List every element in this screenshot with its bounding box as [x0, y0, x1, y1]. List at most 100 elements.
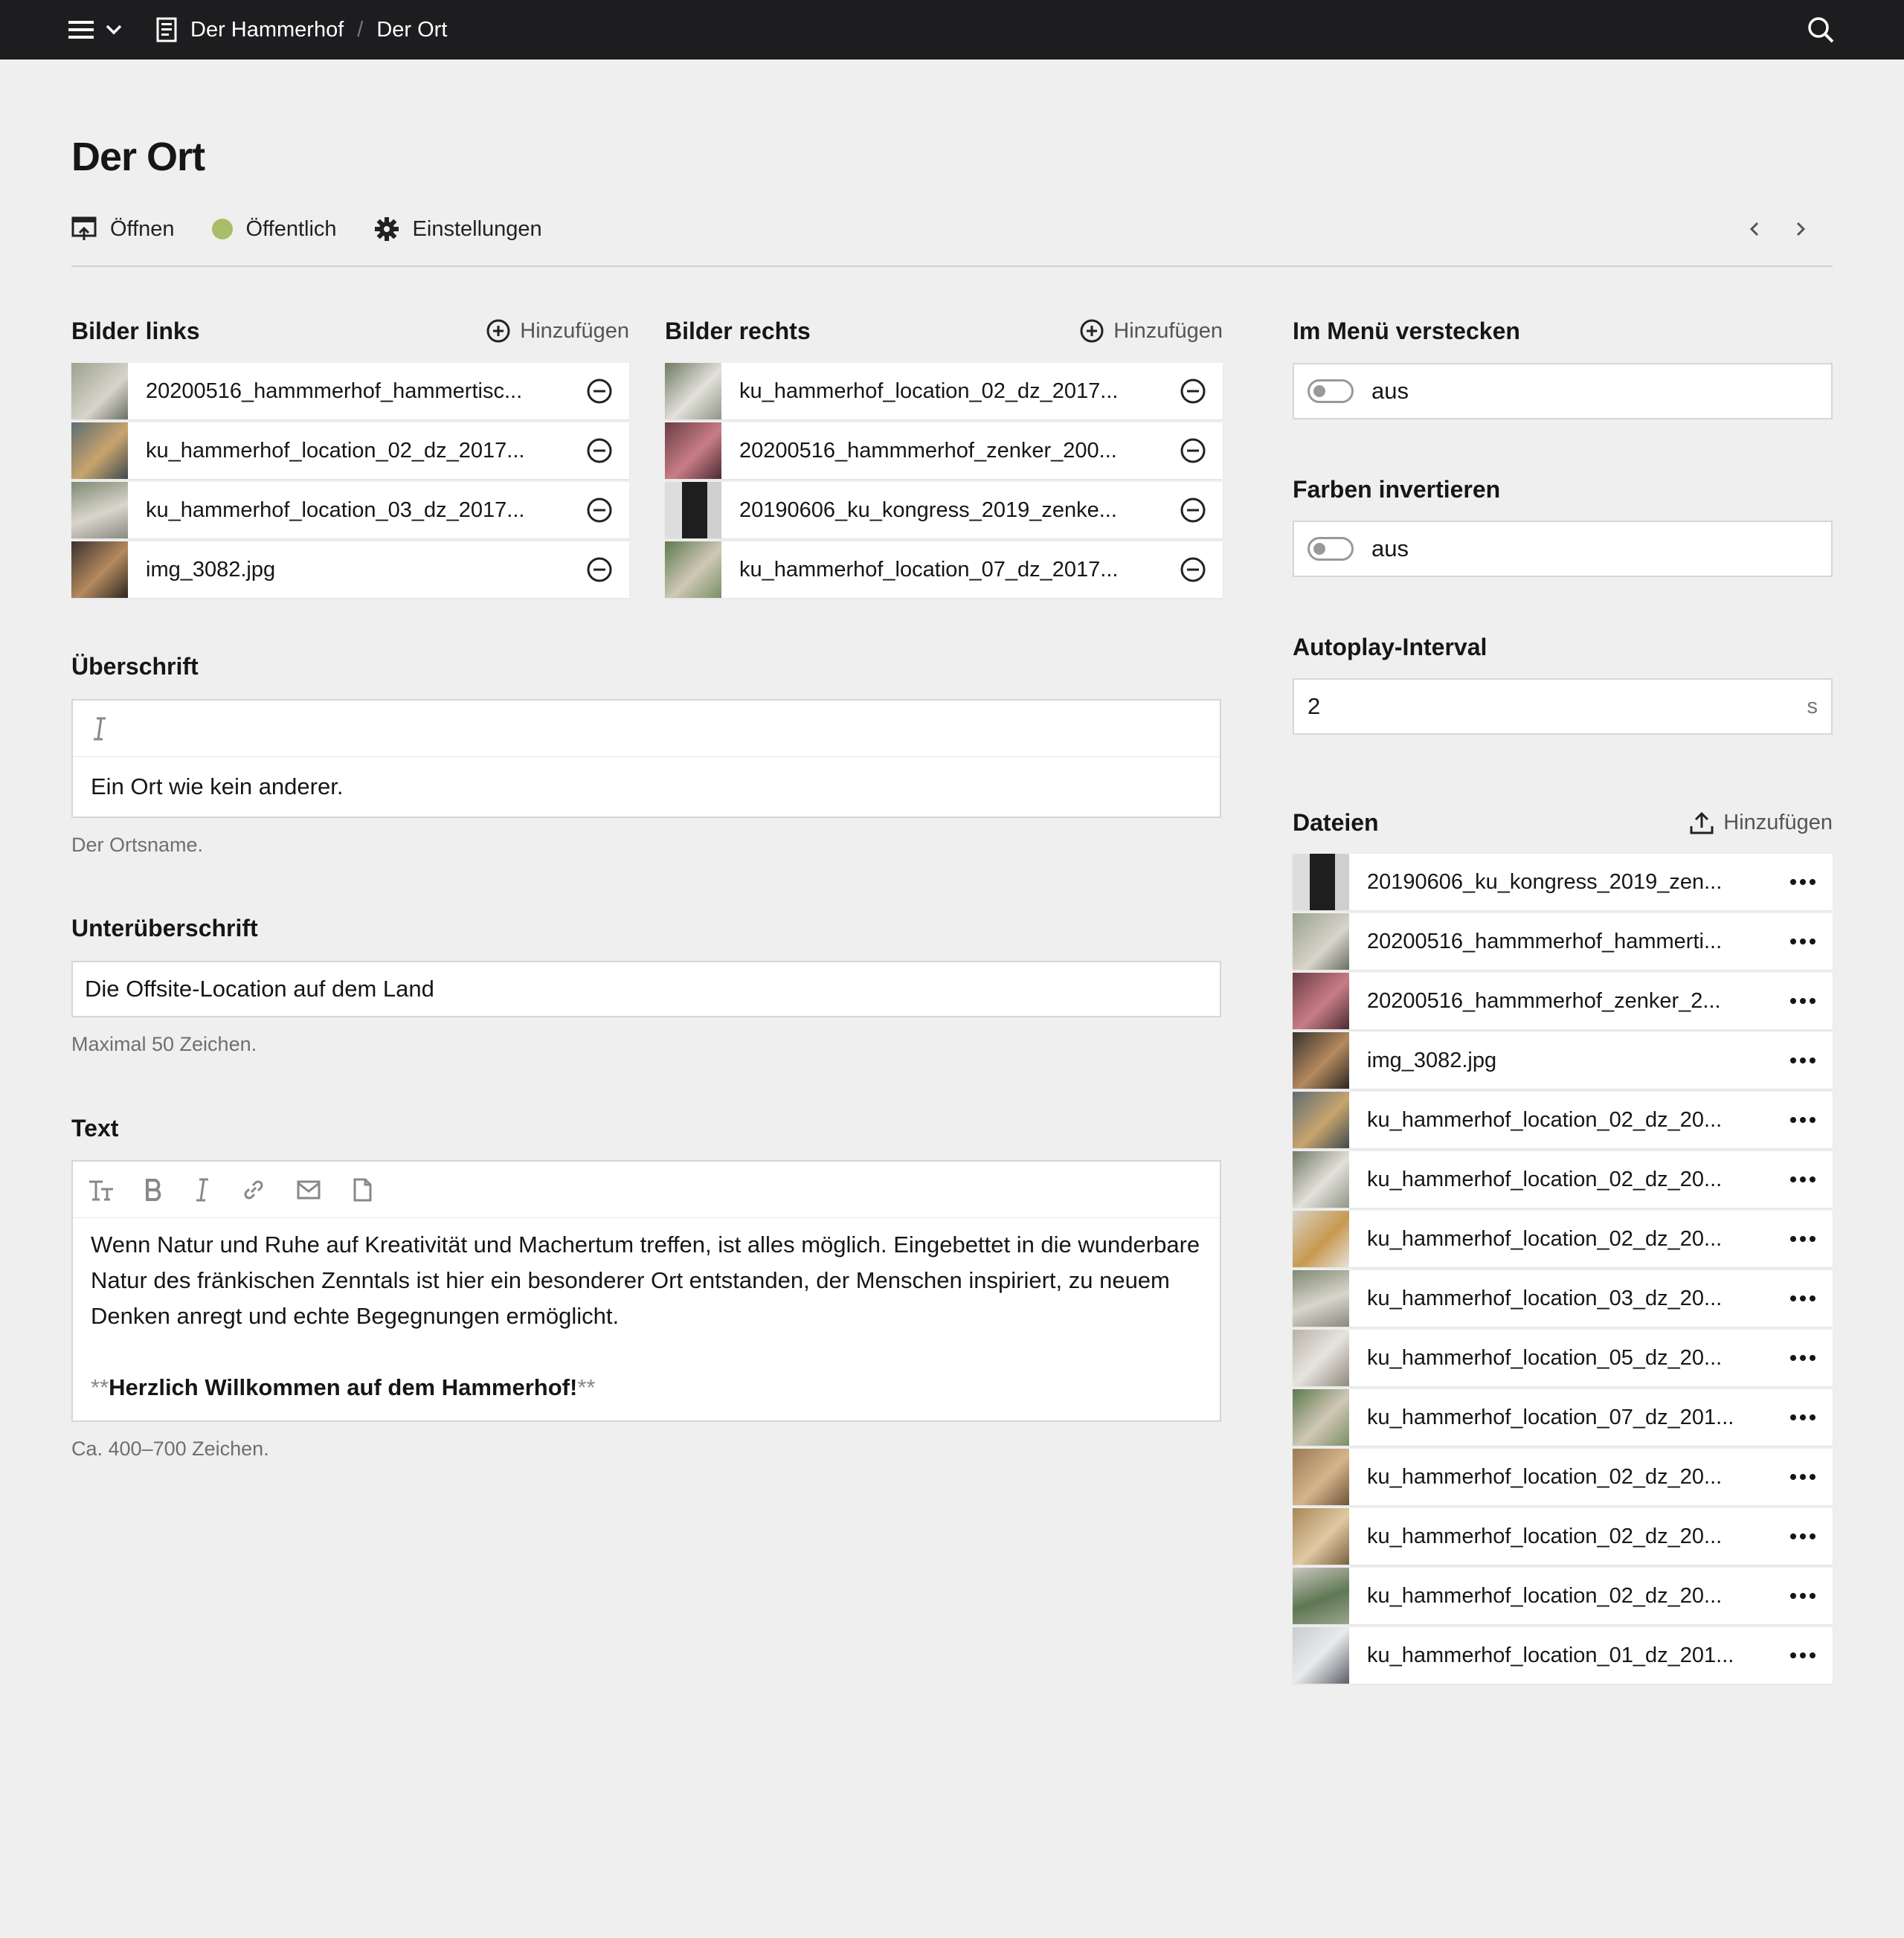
more-horizontal-icon — [1790, 1474, 1815, 1480]
file-name: ku_hammerhof_location_01_dz_201... — [1367, 1643, 1734, 1667]
images-left-header: Bilder links Hinzufügen — [71, 315, 629, 347]
remove-button[interactable] — [570, 541, 629, 598]
remove-button[interactable] — [570, 482, 629, 538]
bold-icon[interactable] — [144, 1177, 164, 1203]
file-icon[interactable] — [351, 1177, 373, 1203]
menu-button[interactable] — [60, 9, 134, 51]
files-title: Dateien — [1293, 808, 1379, 836]
file-row[interactable]: ku_hammerhof_location_02_dz_20... — [1293, 1092, 1833, 1148]
heading-value[interactable]: Ein Ort wie kein anderer. — [73, 757, 1220, 817]
file-row[interactable]: img_3082.jpg — [1293, 1032, 1833, 1089]
file-row[interactable]: 20200516_hammmerhof_hammerti... — [1293, 913, 1833, 970]
file-options-button[interactable] — [1773, 1032, 1833, 1089]
images-left-add-button[interactable]: Hinzufügen — [486, 318, 629, 344]
file-row[interactable]: ku_hammerhof_location_02_dz_20... — [1293, 1568, 1833, 1624]
breadcrumb-page[interactable]: Der Ort — [376, 18, 447, 42]
remove-button[interactable] — [570, 422, 629, 479]
file-row[interactable]: ku_hammerhof_location_07_dz_201... — [1293, 1389, 1833, 1446]
image-row[interactable]: ku_hammerhof_location_02_dz_2017... — [71, 422, 629, 479]
hide-menu-toggle[interactable]: aus — [1293, 363, 1833, 419]
text-editor[interactable]: Wenn Natur und Ruhe auf Kreativität und … — [71, 1160, 1221, 1422]
file-row[interactable]: 20190606_ku_kongress_2019_zen... — [1293, 854, 1833, 910]
subheading-input[interactable]: Die Offsite-Location auf dem Land — [71, 961, 1221, 1017]
image-thumbnail — [665, 363, 721, 419]
settings-button[interactable]: Einstellungen — [374, 216, 542, 242]
image-thumbnail — [665, 482, 721, 538]
file-row[interactable]: ku_hammerhof_location_02_dz_20... — [1293, 1211, 1833, 1267]
add-label: Hinzufügen — [1113, 318, 1223, 343]
heading-editor[interactable]: Ein Ort wie kein anderer. — [71, 699, 1221, 818]
hamburger-icon — [68, 21, 94, 39]
images-left-list: 20200516_hammmerhof_hammertisc... ku_ham… — [71, 363, 629, 601]
chevron-left-icon[interactable] — [1746, 214, 1761, 244]
file-options-button[interactable] — [1773, 1270, 1833, 1327]
text-toolbar — [73, 1162, 1220, 1218]
files-list: 20190606_ku_kongress_2019_zen... 2020051… — [1293, 854, 1833, 1687]
remove-button[interactable] — [1163, 363, 1223, 419]
file-options-button[interactable] — [1773, 1330, 1833, 1386]
remove-button[interactable] — [1163, 482, 1223, 538]
remove-button[interactable] — [1163, 422, 1223, 479]
file-options-button[interactable] — [1773, 1627, 1833, 1684]
file-options-button[interactable] — [1773, 1508, 1833, 1565]
breadcrumb-site[interactable]: Der Hammerhof — [190, 18, 344, 42]
more-horizontal-icon — [1790, 939, 1815, 944]
file-options-button[interactable] — [1773, 913, 1833, 970]
file-name: ku_hammerhof_location_02_dz_20... — [1367, 1107, 1723, 1132]
file-options-button[interactable] — [1773, 1568, 1833, 1624]
status-label: Öffentlich — [245, 216, 337, 241]
minus-circle-icon — [587, 379, 612, 404]
chevron-right-icon[interactable] — [1794, 214, 1809, 244]
top-bar: Der Hammerhof / Der Ort — [0, 0, 1904, 59]
page-actions: Öffnen Öffentlich Einstellungen — [71, 213, 579, 245]
more-horizontal-icon — [1790, 1176, 1815, 1182]
image-row[interactable]: 20190606_ku_kongress_2019_zenke... — [665, 482, 1223, 538]
link-icon[interactable] — [241, 1177, 266, 1203]
invert-toggle[interactable]: aus — [1293, 521, 1833, 577]
search-button[interactable] — [1804, 13, 1837, 46]
images-right-add-button[interactable]: Hinzufügen — [1079, 318, 1223, 344]
text-content[interactable]: Wenn Natur und Ruhe auf Kreativität und … — [73, 1218, 1220, 1414]
file-row[interactable]: ku_hammerhof_location_02_dz_20... — [1293, 1508, 1833, 1565]
autoplay-input[interactable]: 2 s — [1293, 678, 1833, 735]
file-row[interactable]: ku_hammerhof_location_01_dz_201... — [1293, 1627, 1833, 1684]
remove-button[interactable] — [1163, 541, 1223, 598]
file-options-button[interactable] — [1773, 973, 1833, 1029]
email-icon[interactable] — [296, 1177, 321, 1203]
file-thumbnail — [1293, 1627, 1349, 1684]
file-options-button[interactable] — [1773, 1092, 1833, 1148]
image-row[interactable]: 20200516_hammmerhof_hammertisc... — [71, 363, 629, 419]
files-upload-button[interactable]: Hinzufügen — [1689, 810, 1833, 835]
file-name: ku_hammerhof_location_02_dz_20... — [1367, 1583, 1723, 1608]
hide-menu-value: aus — [1371, 378, 1409, 404]
image-row[interactable]: img_3082.jpg — [71, 541, 629, 598]
italic-icon[interactable] — [91, 716, 109, 741]
file-name: img_3082.jpg — [1367, 1048, 1497, 1072]
file-row[interactable]: 20200516_hammmerhof_zenker_2... — [1293, 973, 1833, 1029]
open-button[interactable]: Öffnen — [71, 216, 175, 242]
image-row[interactable]: ku_hammerhof_location_03_dz_2017... — [71, 482, 629, 538]
image-row[interactable]: ku_hammerhof_location_07_dz_2017... — [665, 541, 1223, 598]
image-row[interactable]: ku_hammerhof_location_02_dz_2017... — [665, 363, 1223, 419]
file-options-button[interactable] — [1773, 1389, 1833, 1446]
file-options-button[interactable] — [1773, 854, 1833, 910]
text-size-icon[interactable] — [88, 1177, 115, 1203]
remove-button[interactable] — [570, 363, 629, 419]
file-name: 20190606_ku_kongress_2019_zen... — [1367, 869, 1723, 894]
italic-icon[interactable] — [193, 1177, 211, 1203]
file-row[interactable]: ku_hammerhof_location_03_dz_20... — [1293, 1270, 1833, 1327]
file-name: ku_hammerhof_location_02_dz_20... — [1367, 1226, 1723, 1251]
file-name: ku_hammerhof_location_02_dz_20... — [1367, 1524, 1723, 1548]
autoplay-label: Autoplay-Interval — [1293, 634, 1488, 660]
file-row[interactable]: ku_hammerhof_location_05_dz_20... — [1293, 1330, 1833, 1386]
invert-value: aus — [1371, 535, 1409, 561]
status-button[interactable]: Öffentlich — [211, 216, 337, 242]
file-row[interactable]: ku_hammerhof_location_02_dz_20... — [1293, 1449, 1833, 1505]
file-options-button[interactable] — [1773, 1449, 1833, 1505]
file-options-button[interactable] — [1773, 1151, 1833, 1208]
file-options-button[interactable] — [1773, 1211, 1833, 1267]
file-thumbnail — [1293, 1330, 1349, 1386]
image-row[interactable]: 20200516_hammmerhof_zenker_200... — [665, 422, 1223, 479]
file-row[interactable]: ku_hammerhof_location_02_dz_20... — [1293, 1151, 1833, 1208]
images-right-header: Bilder rechts Hinzufügen — [665, 315, 1223, 347]
